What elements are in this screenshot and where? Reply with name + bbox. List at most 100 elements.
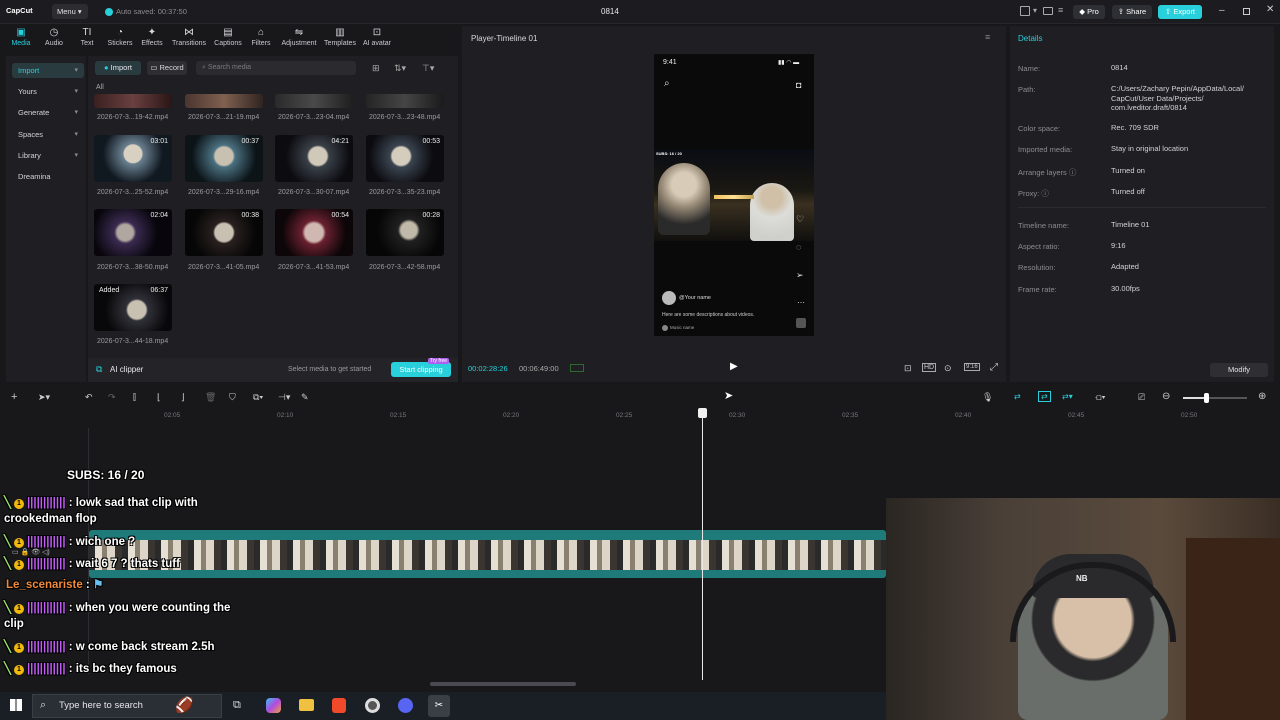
- crop-icon[interactable]: ⧉▾: [253, 392, 263, 403]
- record-button[interactable]: ▭ Record: [147, 61, 187, 75]
- menu-button[interactable]: Menu ▾: [52, 4, 88, 19]
- quality-icon[interactable]: HD: [922, 363, 937, 372]
- media-thumb-3[interactable]: [366, 94, 444, 108]
- caption-icon[interactable]: ⎚: [1138, 392, 1145, 403]
- export-button[interactable]: ⇧ Export: [1158, 5, 1202, 19]
- link-main-icon[interactable]: ⇄: [1014, 392, 1021, 401]
- ruler-tick: 02:10: [277, 412, 294, 419]
- preview-axis-icon[interactable]: ⟤▾: [1095, 392, 1105, 403]
- tab-ai-avatar[interactable]: ⊡ AI avatar: [358, 26, 396, 52]
- media-thumb-9[interactable]: 00:38: [185, 209, 263, 256]
- discord-icon[interactable]: [398, 698, 413, 713]
- phone-camera-icon: ◘: [796, 80, 802, 90]
- tab-effects[interactable]: ✦ Effects: [133, 26, 171, 52]
- share-button[interactable]: ⇪ Share: [1112, 5, 1152, 19]
- pro-button[interactable]: ◆ Pro: [1073, 5, 1105, 19]
- file-explorer-icon[interactable]: [299, 699, 314, 711]
- sort-icon[interactable]: ⇅▾: [394, 63, 406, 74]
- zoom-slider[interactable]: [1183, 393, 1247, 403]
- playhead-handle[interactable]: [698, 408, 707, 418]
- media-thumb-8[interactable]: 02:04: [94, 209, 172, 256]
- task-view-icon[interactable]: ⧉: [233, 699, 241, 712]
- maximize-icon[interactable]: [1243, 8, 1250, 15]
- add-track-icon[interactable]: +: [11, 391, 17, 403]
- sidebar-item-yours[interactable]: Yours ▾: [12, 84, 84, 99]
- marker-icon[interactable]: ⛉: [229, 392, 236, 403]
- fullscreen-icon[interactable]: ⤢: [990, 362, 998, 373]
- copilot-icon[interactable]: [266, 698, 281, 713]
- more-icon[interactable]: ≡: [1058, 5, 1063, 15]
- brave-icon[interactable]: [332, 698, 346, 713]
- transitions-icon: ⋈: [184, 27, 194, 38]
- undo-icon[interactable]: ↶: [85, 392, 93, 403]
- freeze-icon[interactable]: ⊣▾: [278, 392, 290, 403]
- tab-templates[interactable]: ▥ Templates: [321, 26, 359, 52]
- media-name-12: 2026-07-3...44-18.mp4: [97, 338, 169, 345]
- ruler-tick: 02:20: [503, 412, 520, 419]
- media-name-5: 2026-07-3...29-16.mp4: [188, 189, 260, 196]
- chrome-icon[interactable]: [365, 698, 380, 713]
- playhead-line[interactable]: [702, 410, 703, 680]
- minimize-icon[interactable]: –: [1219, 5, 1225, 16]
- chat-line-marker: ╲: [4, 602, 11, 614]
- filters-icon: ⌂: [257, 27, 265, 38]
- snapshot-icon[interactable]: ⊡: [904, 363, 912, 374]
- tab-transitions[interactable]: ⋈ Transitions: [170, 26, 208, 52]
- split-left-icon[interactable]: ⌊: [157, 392, 161, 403]
- media-thumb-7[interactable]: 00:53: [366, 135, 444, 182]
- ai-edit-icon[interactable]: ✎: [301, 392, 309, 403]
- zoom-out-icon[interactable]: ⊖: [1162, 391, 1170, 402]
- keyboard-icon[interactable]: [1043, 7, 1053, 15]
- media-thumb-0[interactable]: [94, 94, 172, 108]
- sidebar-item-import[interactable]: Import ▾: [12, 63, 84, 78]
- details-header: Details: [1018, 34, 1043, 43]
- sidebar-item-dreamina[interactable]: Dreamina: [12, 169, 84, 184]
- media-thumb-10[interactable]: 00:54: [275, 209, 353, 256]
- zoom-in-icon[interactable]: ⊕: [1258, 391, 1266, 402]
- split-right-icon[interactable]: ⌋: [181, 392, 185, 403]
- windows-start-icon[interactable]: [10, 699, 22, 711]
- redo-icon[interactable]: ↷: [108, 392, 116, 403]
- start-clipping-button[interactable]: Start clipping: [391, 362, 451, 377]
- sidebar-item-generate[interactable]: Generate ▾: [12, 105, 84, 120]
- import-button[interactable]: ● Import: [95, 61, 141, 75]
- split-icon[interactable]: ⫿: [133, 392, 136, 403]
- sidebar-item-spaces[interactable]: Spaces ▾: [12, 127, 84, 142]
- view-grid-icon[interactable]: ⊞: [372, 63, 380, 74]
- search-input[interactable]: ⌕ Search media: [196, 61, 356, 75]
- media-thumb-1[interactable]: [185, 94, 263, 108]
- tab-adjustment[interactable]: ⇋ Adjustment: [280, 26, 318, 52]
- capcut-taskbar-icon[interactable]: ✂: [428, 695, 450, 717]
- detail-label-aspect-ratio: Aspect ratio:: [1018, 242, 1060, 251]
- top-toolbar: ▣ Media ◷ Audio TI Text ◔ Stickers ✦ Effects …: [6, 26, 458, 52]
- player-menu-icon[interactable]: ≡: [985, 32, 990, 42]
- media-thumb-6[interactable]: 04:21: [275, 135, 353, 182]
- ratio-icon[interactable]: 9:16: [964, 363, 980, 371]
- filter-icon[interactable]: ⊤▾: [422, 63, 434, 74]
- close-icon[interactable]: ✕: [1266, 4, 1274, 15]
- link-clip-icon[interactable]: ⇄▾: [1062, 392, 1073, 401]
- media-thumb-12[interactable]: Added 06:37: [94, 284, 172, 331]
- play-button[interactable]: ▶: [730, 361, 738, 372]
- mic-icon[interactable]: 🎙: [982, 392, 993, 403]
- like-icon: ♡: [796, 214, 805, 224]
- added-badge: Added: [99, 287, 120, 294]
- video-preview[interactable]: 9:41 ▮▮ ◠ ▬ ⌕ ◘ SUBS: 16 / 20 ♡ ◌ ➢ ⋯ @Y…: [654, 54, 814, 336]
- media-thumb-11[interactable]: 00:28: [366, 209, 444, 256]
- media-thumb-5[interactable]: 00:37: [185, 135, 263, 182]
- modify-button[interactable]: Modify: [1210, 363, 1268, 377]
- media-thumb-2[interactable]: [275, 94, 353, 108]
- media-thumb-4[interactable]: 03:01: [94, 135, 172, 182]
- layout-icon[interactable]: [1020, 6, 1030, 16]
- capcut-logo: CapCut: [6, 6, 33, 15]
- chevron-down-icon: ▾: [74, 109, 78, 116]
- sidebar-item-library[interactable]: Library ▾: [12, 148, 84, 163]
- layout-chevron-icon[interactable]: ▾: [1033, 6, 1037, 15]
- link-audio-icon[interactable]: ⇄: [1038, 391, 1051, 402]
- zoom-slider-handle[interactable]: [1204, 393, 1209, 403]
- details-divider: [1018, 207, 1266, 208]
- select-tool-icon[interactable]: ➤▾: [38, 392, 50, 403]
- fit-icon[interactable]: ⊙: [944, 363, 952, 374]
- delete-icon[interactable]: 🗑: [205, 392, 216, 403]
- tab-filters[interactable]: ⌂ Filters: [242, 26, 280, 52]
